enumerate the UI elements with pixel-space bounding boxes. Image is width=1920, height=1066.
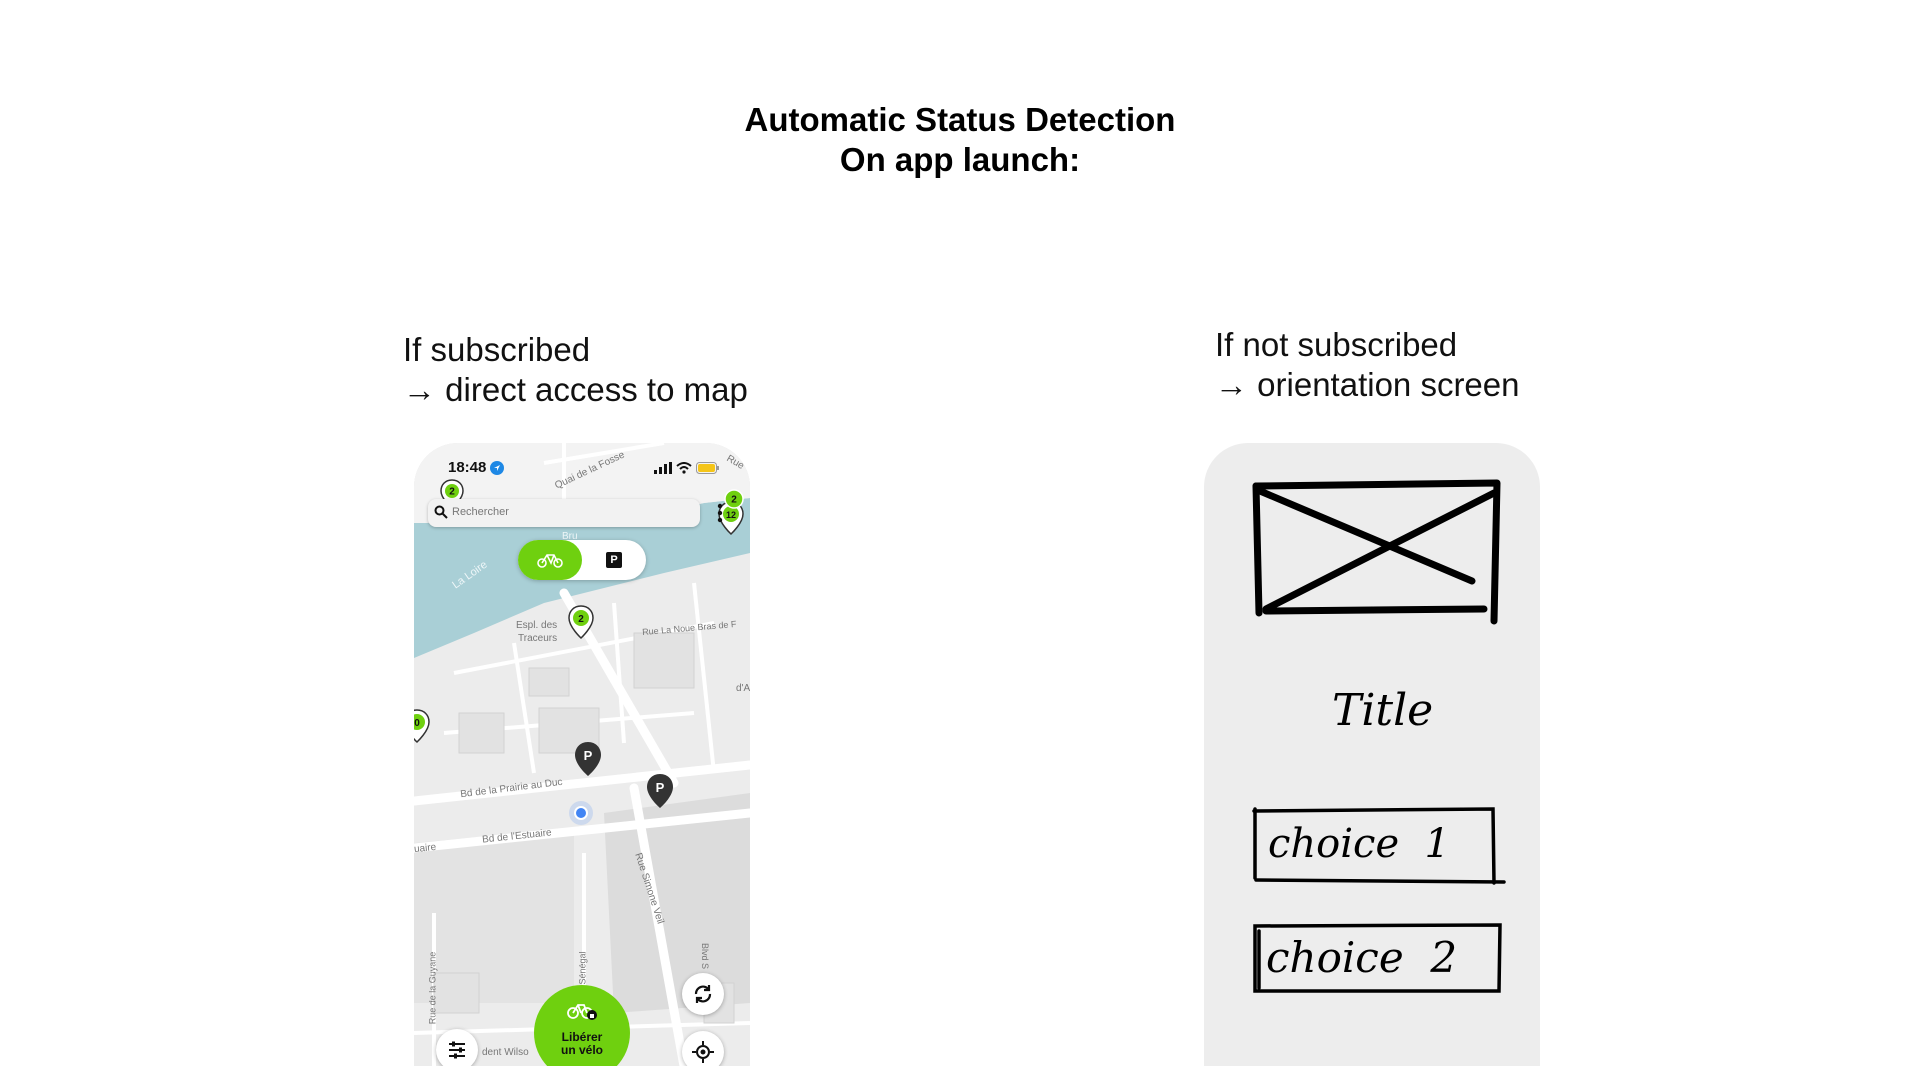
bike-station-left-count: 0 xyxy=(414,718,420,729)
sliders-icon xyxy=(449,1041,465,1059)
bike-count-badge-text: 2 xyxy=(731,495,737,506)
release-bike-label-2: un vélo xyxy=(560,1043,603,1057)
parking-marker-label: P xyxy=(584,748,593,763)
wireframe-choice-2[interactable]: choice 2 xyxy=(1266,933,1457,982)
not-subscribed-caption: If not subscribed → orientation screen xyxy=(1215,325,1520,405)
heading-line-2: On app launch: xyxy=(839,141,1081,178)
bike-icon xyxy=(537,554,563,568)
crosshair-icon xyxy=(692,1041,714,1063)
map-label-senegal: Sénégal xyxy=(577,951,588,985)
map-label-wilson: dent Wilso xyxy=(482,1047,529,1058)
bike-station-center-count: 2 xyxy=(578,614,584,625)
signal-icon xyxy=(654,462,672,474)
refresh-icon xyxy=(694,985,712,1003)
subscribed-caption: If subscribed → direct access to map xyxy=(403,330,748,410)
not-subscribed-caption-line-2: → orientation screen xyxy=(1215,366,1520,403)
bike-station-marker-center[interactable]: 2 xyxy=(568,605,594,639)
search-input[interactable]: Rechercher xyxy=(428,499,700,527)
page-heading: Automatic Status Detection On app launch… xyxy=(0,100,1920,180)
wireframe-title: Title xyxy=(1332,685,1434,736)
orientation-screen-wireframe: Title choice 1 choice 2 xyxy=(1204,443,1540,1066)
parking-marker-2[interactable]: P xyxy=(646,773,674,809)
search-placeholder: Rechercher xyxy=(452,506,509,518)
refresh-button[interactable] xyxy=(682,973,724,1015)
heading-line-1: Automatic Status Detection xyxy=(744,101,1176,138)
wifi-icon xyxy=(676,462,692,474)
mode-toggle[interactable]: P xyxy=(518,540,646,580)
bike-station-count: 2 xyxy=(449,487,455,498)
release-bike-label: Libérer un vélo xyxy=(534,1031,630,1057)
parking-mode-tab[interactable]: P xyxy=(606,552,622,568)
map-label-blvd: Blvd S xyxy=(700,942,711,970)
status-bar: 18:48 xyxy=(414,455,750,479)
not-subscribed-caption-line-1: If not subscribed xyxy=(1215,326,1458,363)
bike-station-marker-left[interactable]: 0 xyxy=(414,709,430,743)
subscribed-caption-line-2: → direct access to map xyxy=(403,371,748,408)
location-arrow-icon xyxy=(490,461,504,475)
search-icon xyxy=(434,505,448,519)
battery-icon xyxy=(696,462,719,474)
map-label-espl-2: Traceurs xyxy=(518,633,558,644)
bike-mode-tab[interactable] xyxy=(518,540,582,580)
more-menu-button[interactable] xyxy=(710,499,730,527)
map-label-guyane: Rue de la Guyane xyxy=(427,951,438,1025)
more-vertical-icon xyxy=(717,503,723,523)
bike-unlock-icon xyxy=(567,1004,597,1020)
locate-me-button[interactable] xyxy=(682,1031,724,1066)
map-label-estuaire-left: uaire xyxy=(414,841,437,856)
map-screen-mockup: Quai de la Fosse La Loire Bru Rue Espl. … xyxy=(414,443,750,1066)
parking-marker[interactable]: P xyxy=(574,741,602,777)
wireframe-choice-1[interactable]: choice 1 xyxy=(1268,821,1450,867)
parking-marker-2-label: P xyxy=(656,780,665,795)
status-time: 18:48 xyxy=(448,459,487,476)
subscribed-caption-line-1: If subscribed xyxy=(403,331,591,368)
filters-button[interactable] xyxy=(436,1029,478,1066)
map-label-da: d'A xyxy=(736,683,750,694)
map-label-espl-1: Espl. des xyxy=(516,620,558,631)
